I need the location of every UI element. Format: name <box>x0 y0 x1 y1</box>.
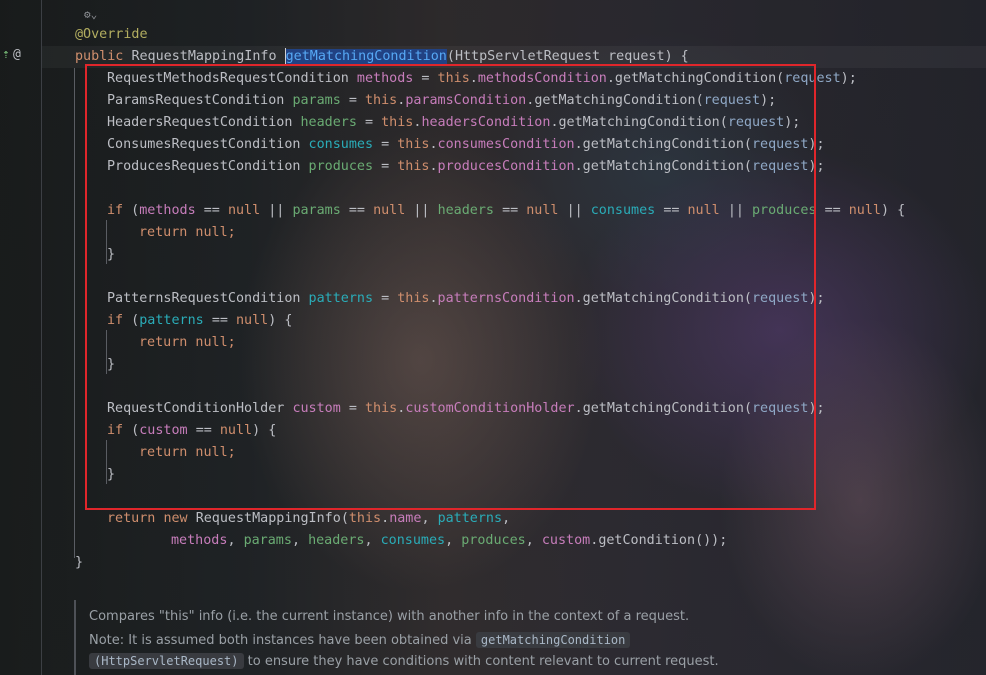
doc-line-1: Compares "this" info (i.e. the current i… <box>89 609 690 624</box>
indent-guide <box>74 68 75 558</box>
code-line-return-args: methods, params, headers, consumes, prod… <box>171 533 728 548</box>
highlight-box <box>85 64 816 510</box>
selected-method-name[interactable]: getMatchingCondition <box>285 49 447 64</box>
annotation-at-icon[interactable]: @ <box>13 47 21 62</box>
code-line-return-new: return new RequestMappingInfo(this.name,… <box>107 511 511 526</box>
code-line-method-close: } <box>75 555 84 570</box>
doc-code-link[interactable]: getMatchingCondition <box>475 632 631 648</box>
fold-hint-icon[interactable]: ⚙⌄ <box>84 8 97 21</box>
doc-left-bar <box>74 600 76 675</box>
gutter-markers: ⇡ @ <box>0 47 32 65</box>
code-line-annotation: @Override <box>75 27 148 42</box>
doc-line-3: (HttpServletRequest) to ensure they have… <box>89 653 719 669</box>
doc-line-2: Note: It is assumed both instances have … <box>89 632 631 648</box>
gutter-separator <box>41 0 42 675</box>
doc-code-param[interactable]: (HttpServletRequest) <box>89 653 244 669</box>
override-up-icon[interactable]: ⇡ <box>2 47 10 62</box>
rendered-javadoc: Compares "this" info (i.e. the current i… <box>74 600 986 675</box>
